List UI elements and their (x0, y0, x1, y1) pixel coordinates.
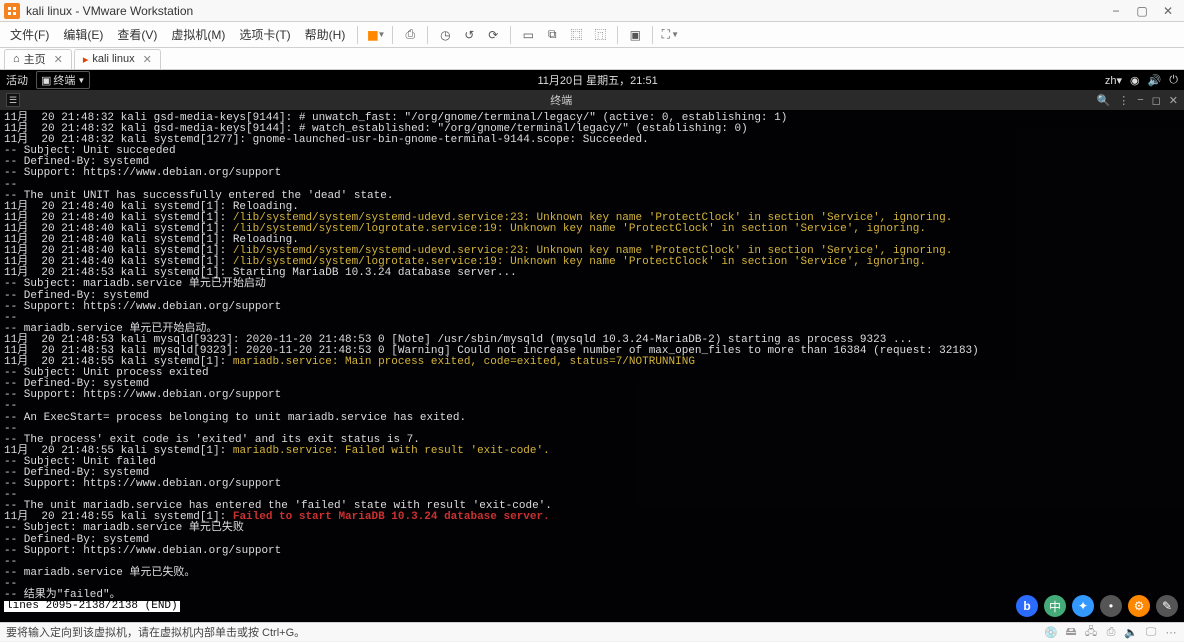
kali-activities[interactable]: 活动 (6, 72, 28, 88)
menu-icon[interactable]: ⋮ (1118, 94, 1129, 107)
kali-topbar-app-button[interactable]: ▣ 终端 ▼ (36, 71, 90, 89)
kali-close-button[interactable]: ✕ (1169, 94, 1178, 107)
menu-view[interactable]: 查看(V) (111, 24, 163, 45)
vmware-logo-icon (4, 3, 20, 19)
toolbar-stretch-icon[interactable]: ⛶▼ (661, 26, 679, 44)
toolbar-snapshot-icon[interactable]: ◷ (436, 26, 454, 44)
toolbar-manage-icon[interactable]: ⟳ (484, 26, 502, 44)
vmware-statusbar: 要将输入定向到该虚拟机，请在虚拟机内部单击或按 Ctrl+G。 💿 🖴 🖧 ⎙ … (0, 622, 1184, 641)
kali-lang-indicator[interactable]: zh▾ (1105, 74, 1122, 87)
device-disk-icon[interactable]: 💿 (1044, 625, 1058, 639)
menu-file[interactable]: 文件(F) (4, 24, 55, 45)
device-sound-icon[interactable]: 🔈 (1124, 625, 1138, 639)
tray-ime-icon[interactable]: 中 (1044, 595, 1066, 617)
tab-label: kali linux (92, 53, 134, 65)
toolbar-library-icon[interactable]: ▣ (626, 26, 644, 44)
kali-window-title: 终端 (26, 92, 1097, 108)
vmware-maximize-button[interactable]: ▢ (1130, 2, 1154, 20)
tray-baidu-icon[interactable]: b (1016, 595, 1038, 617)
toolbar-view2-icon[interactable]: ⿵ (591, 26, 609, 44)
kali-window-titlebar: ☰ 终端 🔍 ⋮ − ◻ ✕ (0, 90, 1184, 110)
menu-vm[interactable]: 虚拟机(M) (165, 24, 231, 45)
volume-icon[interactable]: 🔊 (1148, 74, 1162, 87)
guest-display[interactable]: 活动 ▣ 终端 ▼ 11月20日 星期五，21:51 zh▾ ◉ 🔊 ⏻ ☰ 终… (0, 70, 1184, 622)
kali-maximize-button[interactable]: ◻ (1152, 94, 1161, 107)
vmware-menubar: 文件(F) 编辑(E) 查看(V) 虚拟机(M) 选项卡(T) 帮助(H) ▮▮… (0, 22, 1184, 48)
toolbar-revert-icon[interactable]: ↺ (460, 26, 478, 44)
tray-icon-2[interactable]: • (1100, 595, 1122, 617)
device-hdd-icon[interactable]: 🖴 (1064, 625, 1078, 639)
tray-icon-3[interactable]: ⚙ (1128, 595, 1150, 617)
kali-topbar: 活动 ▣ 终端 ▼ 11月20日 星期五，21:51 zh▾ ◉ 🔊 ⏻ (0, 70, 1184, 90)
device-display-icon[interactable]: 🖵 (1144, 625, 1158, 639)
tab-close-icon[interactable]: ✕ (54, 53, 63, 66)
device-network-icon[interactable]: 🖧 (1084, 625, 1098, 639)
search-icon[interactable]: 🔍 (1097, 94, 1111, 107)
vmware-tabs: ⌂ 主页 ✕ ▸ kali linux ✕ (0, 48, 1184, 70)
home-icon: ⌂ (13, 53, 20, 65)
tab-kali-linux[interactable]: ▸ kali linux ✕ (74, 49, 161, 69)
menu-tabs[interactable]: 选项卡(T) (233, 24, 296, 45)
menu-edit[interactable]: 编辑(E) (57, 24, 109, 45)
toolbar-view1-icon[interactable]: ⿴ (567, 26, 585, 44)
chevron-down-icon: ▼ (77, 76, 85, 85)
status-hint: 要将输入定向到该虚拟机，请在虚拟机内部单击或按 Ctrl+G。 (6, 624, 305, 640)
toolbar-fullscreen-icon[interactable]: ▭ (519, 26, 537, 44)
device-usb-icon[interactable]: ⎙ (1104, 625, 1118, 639)
terminal-window-icon[interactable]: ☰ (6, 93, 20, 107)
vmware-window-title: kali linux - VMware Workstation (26, 4, 1104, 18)
device-more-icon[interactable]: ⋯ (1164, 625, 1178, 639)
vmware-minimize-button[interactable]: − (1104, 2, 1128, 20)
toolbar-pause-icon[interactable]: ▮▮▼ (366, 26, 384, 44)
tab-label: 主页 (24, 51, 46, 67)
vmware-titlebar: kali linux - VMware Workstation − ▢ ✕ (0, 0, 1184, 22)
toolbar-send-cad-icon[interactable]: ⎙ (401, 26, 419, 44)
power-icon[interactable]: ⏻ (1169, 74, 1178, 87)
toolbar-unity-icon[interactable]: ⧉ (543, 26, 561, 44)
kali-minimize-button[interactable]: − (1137, 94, 1143, 106)
terminal-icon: ▣ (41, 74, 51, 87)
host-tray: b 中 ✦ • ⚙ ✎ (1016, 595, 1178, 617)
tray-icon-1[interactable]: ✦ (1072, 595, 1094, 617)
tab-close-icon[interactable]: ✕ (143, 53, 152, 66)
terminal-output[interactable]: 11月 20 21:48:32 kali gsd-media-keys[9144… (0, 110, 1184, 622)
vm-icon: ▸ (83, 53, 89, 66)
tab-home[interactable]: ⌂ 主页 ✕ (4, 49, 72, 69)
record-icon[interactable]: ◉ (1130, 74, 1140, 87)
vmware-close-button[interactable]: ✕ (1156, 2, 1180, 20)
kali-datetime[interactable]: 11月20日 星期五，21:51 (90, 72, 1105, 88)
menu-help[interactable]: 帮助(H) (299, 24, 352, 45)
tray-icon-4[interactable]: ✎ (1156, 595, 1178, 617)
